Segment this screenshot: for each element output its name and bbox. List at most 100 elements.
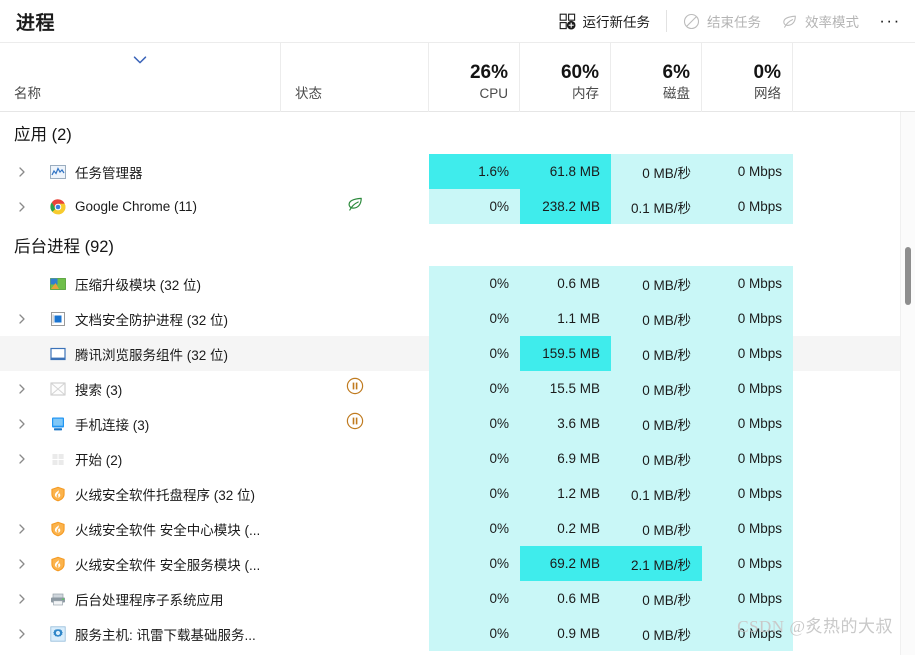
column-header-network[interactable]: 0% 网络 bbox=[702, 43, 793, 112]
network-value-cell: 0 Mbps bbox=[702, 616, 793, 651]
column-header-memory[interactable]: 60% 内存 bbox=[520, 43, 611, 112]
row-spacer bbox=[793, 476, 816, 511]
cpu-value-cell: 0% bbox=[429, 406, 520, 441]
column-label-name: 名称 bbox=[14, 86, 41, 101]
table-row[interactable]: 腾讯浏览服务组件 (32 位) 0% 159.5 MB 0 MB/秒 0 Mbps bbox=[0, 336, 915, 371]
column-header-name[interactable]: 名称 bbox=[0, 43, 281, 112]
process-name-cell: 压缩升级模块 (32 位) bbox=[0, 266, 281, 301]
memory-value: 0.6 MB bbox=[557, 276, 600, 291]
vertical-scrollbar-track[interactable] bbox=[900, 112, 915, 655]
process-name-label: 任务管理器 bbox=[75, 165, 143, 181]
cpu-value-cell: 0% bbox=[429, 581, 520, 616]
table-row[interactable]: 搜索 (3) 0% 15.5 MB 0 MB/秒 0 Mbps bbox=[0, 371, 915, 406]
more-options-button[interactable]: ··· bbox=[873, 6, 907, 36]
table-row[interactable]: 火绒安全软件 安全服务模块 (... 0% 69.2 MB 2.1 MB/秒 0 Mbp… bbox=[0, 546, 915, 581]
expand-chevron-icon[interactable] bbox=[14, 418, 30, 430]
table-row[interactable]: 任务管理器 1.6% 61.8 MB 0 MB/秒 0 Mbps bbox=[0, 154, 915, 189]
cpu-value-cell: 0% bbox=[429, 266, 520, 301]
expand-chevron-icon[interactable] bbox=[14, 558, 30, 570]
expand-chevron-icon[interactable] bbox=[14, 453, 30, 465]
table-row[interactable]: 手机连接 (3) 0% 3.6 MB 0 MB/秒 0 Mbps bbox=[0, 406, 915, 441]
network-value: 0 Mbps bbox=[737, 626, 782, 641]
end-task-icon bbox=[683, 13, 700, 30]
memory-value-cell: 61.8 MB bbox=[520, 154, 611, 189]
table-row[interactable]: 后台处理程序子系统应用 0% 0.6 MB 0 MB/秒 0 Mbps bbox=[0, 581, 915, 616]
expand-chevron-icon[interactable] bbox=[14, 166, 30, 178]
memory-value-cell: 238.2 MB bbox=[520, 189, 611, 224]
column-header-status[interactable]: 状态 bbox=[281, 43, 429, 112]
cpu-value-cell: 0% bbox=[429, 371, 520, 406]
table-row[interactable]: 开始 (2) 0% 6.9 MB 0 MB/秒 0 Mbps bbox=[0, 441, 915, 476]
memory-value: 15.5 MB bbox=[549, 381, 600, 396]
doc-secure-icon bbox=[50, 311, 66, 327]
cpu-value: 1.6% bbox=[478, 164, 509, 179]
expand-chevron-icon[interactable] bbox=[14, 201, 30, 213]
network-value: 0 Mbps bbox=[737, 486, 782, 501]
window-icon bbox=[50, 346, 66, 362]
process-name-label: 手机连接 (3) bbox=[75, 417, 150, 433]
process-name-cell: 腾讯浏览服务组件 (32 位) bbox=[0, 336, 281, 371]
process-name-cell: 火绒安全软件托盘程序 (32 位) bbox=[0, 476, 281, 511]
status-cell bbox=[281, 441, 429, 476]
disk-value-cell: 0 MB/秒 bbox=[611, 154, 702, 189]
disk-value-cell: 0.1 MB/秒 bbox=[611, 189, 702, 224]
memory-value: 0.9 MB bbox=[557, 626, 600, 641]
disk-value: 2.1 MB/秒 bbox=[630, 557, 691, 573]
network-value-cell: 0 Mbps bbox=[702, 336, 793, 371]
process-name-cell: 任务管理器 bbox=[0, 154, 281, 189]
table-row[interactable]: Google Chrome (11) 0% 238.2 MB 0.1 MB/秒 0 Mb… bbox=[0, 189, 915, 224]
process-name-label: 火绒安全软件 安全中心模块 (... bbox=[75, 522, 261, 538]
expand-chevron-icon[interactable] bbox=[14, 593, 30, 605]
vertical-scrollbar-thumb[interactable] bbox=[905, 247, 911, 305]
disk-value: 0 MB/秒 bbox=[642, 592, 691, 608]
toolbar-divider bbox=[666, 10, 667, 32]
process-name-cell: Google Chrome (11) bbox=[0, 189, 281, 224]
cpu-value: 0% bbox=[489, 346, 509, 361]
gear-icon bbox=[50, 625, 66, 642]
cpu-value: 0% bbox=[489, 311, 509, 326]
run-new-task-button[interactable]: 运行新任务 bbox=[549, 6, 661, 36]
expand-chevron-icon[interactable] bbox=[14, 523, 30, 535]
new-task-icon bbox=[559, 13, 576, 30]
status-cell bbox=[281, 546, 429, 581]
network-value-cell: 0 Mbps bbox=[702, 266, 793, 301]
cpu-value: 0% bbox=[489, 416, 509, 431]
network-value-cell: 0 Mbps bbox=[702, 581, 793, 616]
network-value: 0 Mbps bbox=[737, 556, 782, 571]
end-task-button[interactable]: 结束任务 bbox=[673, 6, 771, 36]
memory-value-cell: 69.2 MB bbox=[520, 546, 611, 581]
network-value-cell: 0 Mbps bbox=[702, 511, 793, 546]
table-row[interactable]: 文档安全防护进程 (32 位) 0% 1.1 MB 0 MB/秒 0 Mbps bbox=[0, 301, 915, 336]
expand-chevron-icon[interactable] bbox=[14, 313, 30, 325]
memory-value: 0.6 MB bbox=[557, 591, 600, 606]
status-cell bbox=[281, 112, 429, 154]
process-name-cell: 搜索 (3) bbox=[0, 371, 281, 406]
task-manager-window: 进程 运行新任务 结束任务 效率模式 ··· 名称 状态 26% CPU 60%… bbox=[0, 0, 915, 655]
search-box-icon bbox=[50, 381, 66, 397]
process-name-label: 后台处理程序子系统应用 bbox=[75, 592, 224, 608]
process-name-label: 压缩升级模块 (32 位) bbox=[75, 277, 202, 293]
table-row[interactable]: 火绒安全软件托盘程序 (32 位) 0% 1.2 MB 0.1 MB/秒 0 Mbps bbox=[0, 476, 915, 511]
memory-value: 61.8 MB bbox=[549, 164, 600, 179]
process-name-label: Google Chrome (11) bbox=[75, 199, 198, 214]
row-spacer bbox=[793, 266, 816, 301]
network-value: 0 Mbps bbox=[737, 346, 782, 361]
disk-value-cell: 0 MB/秒 bbox=[611, 266, 702, 301]
table-row[interactable]: 压缩升级模块 (32 位) 0% 0.6 MB 0 MB/秒 0 Mbps bbox=[0, 266, 915, 301]
process-group-header[interactable]: 应用 (2) bbox=[0, 112, 915, 154]
leaf-icon bbox=[346, 195, 364, 218]
expand-chevron-icon[interactable] bbox=[14, 383, 30, 395]
disk-value: 0 MB/秒 bbox=[642, 452, 691, 468]
memory-value-cell bbox=[520, 112, 611, 154]
expand-chevron-icon[interactable] bbox=[14, 628, 30, 640]
table-row[interactable]: 服务主机: 讯雷下载基础服务... 0% 0.9 MB 0 MB/秒 0 Mbps bbox=[0, 616, 915, 651]
column-header-disk[interactable]: 6% 磁盘 bbox=[611, 43, 702, 112]
process-name-label: 开始 (2) bbox=[75, 452, 123, 468]
process-group-header[interactable]: 后台进程 (92) bbox=[0, 224, 915, 266]
table-row[interactable]: 火绒安全软件 安全中心模块 (... 0% 0.2 MB 0 MB/秒 0 Mbps bbox=[0, 511, 915, 546]
disk-value-cell: 0 MB/秒 bbox=[611, 336, 702, 371]
efficiency-mode-button[interactable]: 效率模式 bbox=[771, 6, 869, 36]
column-header-cpu[interactable]: 26% CPU bbox=[429, 43, 520, 112]
cpu-value-cell: 0% bbox=[429, 546, 520, 581]
cpu-value: 0% bbox=[489, 276, 509, 291]
